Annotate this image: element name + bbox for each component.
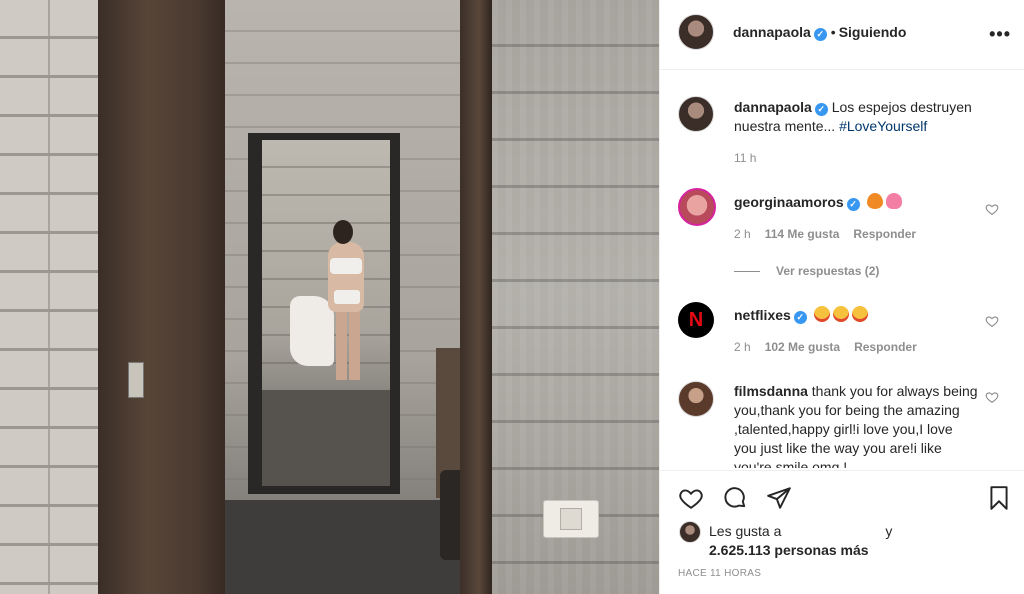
comment-text: netflixes ✓ — [734, 306, 868, 325]
star-struck-icon — [813, 306, 830, 322]
comment-username[interactable]: georginaamoros — [734, 194, 844, 210]
comment-time[interactable]: 2 h — [734, 340, 751, 354]
caption-text: dannapaola ✓ Los espejos destruyen nuestr… — [734, 98, 1004, 136]
figure-head — [333, 220, 353, 244]
door-right — [460, 0, 492, 594]
verified-badge-icon: ✓ — [813, 28, 827, 41]
mirror-floor — [262, 390, 390, 486]
like-comment-icon[interactable] — [985, 390, 999, 404]
view-replies-button[interactable]: Ver respuestas (2) — [734, 264, 879, 278]
figure-top — [330, 258, 362, 274]
caption-username[interactable]: dannapaola — [734, 99, 812, 115]
cloth — [290, 296, 334, 366]
like-comment-icon[interactable] — [985, 314, 999, 328]
light-switch — [560, 508, 582, 530]
tulip-icon — [885, 193, 902, 209]
comment-likes[interactable]: 114 Me gusta — [765, 227, 840, 241]
comment-meta: 2 h 102 Me gusta Responder — [734, 340, 917, 354]
comment-likes[interactable]: 102 Me gusta — [765, 340, 840, 354]
figure-legs — [336, 308, 360, 380]
post-panel: dannapaola ✓ • Siguiendo ••• dannapaola ✓ Lo… — [659, 0, 1024, 594]
author-username[interactable]: dannapaola — [733, 24, 811, 40]
star-struck-icon — [832, 306, 849, 322]
liker-avatar[interactable] — [679, 521, 701, 543]
figure-bottom — [334, 290, 360, 304]
comment-username[interactable]: netflixes — [734, 307, 791, 323]
door-hinge — [128, 362, 144, 398]
separator-dot: • — [830, 24, 836, 40]
verified-badge-icon: ✓ — [814, 103, 828, 116]
post-header: dannapaola ✓ • Siguiendo ••• — [660, 0, 1024, 70]
header-user-line: dannapaola ✓ • Siguiendo — [733, 24, 906, 42]
post-actions: Les gusta a y 2.625.113 personas más HACE… — [660, 470, 1024, 594]
comment-text: filmsdanna thank you for always being yo… — [734, 382, 979, 468]
netflix-avatar[interactable]: N — [678, 302, 714, 338]
avatar[interactable] — [678, 14, 714, 50]
star-struck-icon — [851, 306, 868, 322]
comment-avatar[interactable] — [678, 188, 716, 226]
comment-text: georginaamoros ✓ — [734, 193, 902, 212]
verified-badge-icon: ✓ — [846, 198, 860, 211]
view-replies-label: Ver respuestas (2) — [776, 264, 880, 278]
likes-summary: Les gusta a y — [709, 523, 892, 539]
verified-badge-icon: ✓ — [793, 311, 807, 324]
comment-avatar[interactable] — [678, 381, 714, 417]
comments-list: dannapaola ✓ Los espejos destruyen nuestr… — [660, 71, 1024, 468]
share-send-icon[interactable] — [766, 485, 792, 511]
reply-button[interactable]: Responder — [854, 340, 917, 354]
like-comment-icon[interactable] — [985, 202, 999, 216]
caption-time[interactable]: 11 h — [734, 151, 756, 165]
door-frame — [98, 0, 238, 594]
post-photo[interactable] — [0, 0, 659, 594]
comment-time[interactable]: 2 h — [734, 227, 751, 241]
comment-bubble-icon[interactable] — [722, 485, 748, 511]
following-button[interactable]: Siguiendo — [839, 24, 907, 40]
comment-meta: 2 h 114 Me gusta Responder — [734, 227, 916, 241]
post-timestamp[interactable]: HACE 11 HORAS — [678, 568, 761, 579]
brick-wall-left — [0, 0, 100, 594]
comment-username[interactable]: filmsdanna — [734, 383, 808, 399]
reply-button[interactable]: Responder — [853, 227, 916, 241]
more-options-icon[interactable]: ••• — [989, 24, 1011, 45]
likes-count[interactable]: 2.625.113 personas más — [709, 542, 869, 558]
likes-conjunction: y — [885, 523, 893, 539]
caption-avatar[interactable] — [678, 96, 714, 132]
orange-heart-icon — [866, 193, 883, 209]
caption-hashtag[interactable]: #LoveYourself — [839, 118, 927, 134]
likes-prefix: Les gusta a — [709, 523, 782, 539]
like-heart-icon[interactable] — [678, 485, 704, 511]
replies-divider — [734, 271, 760, 273]
save-bookmark-icon[interactable] — [986, 485, 1012, 511]
